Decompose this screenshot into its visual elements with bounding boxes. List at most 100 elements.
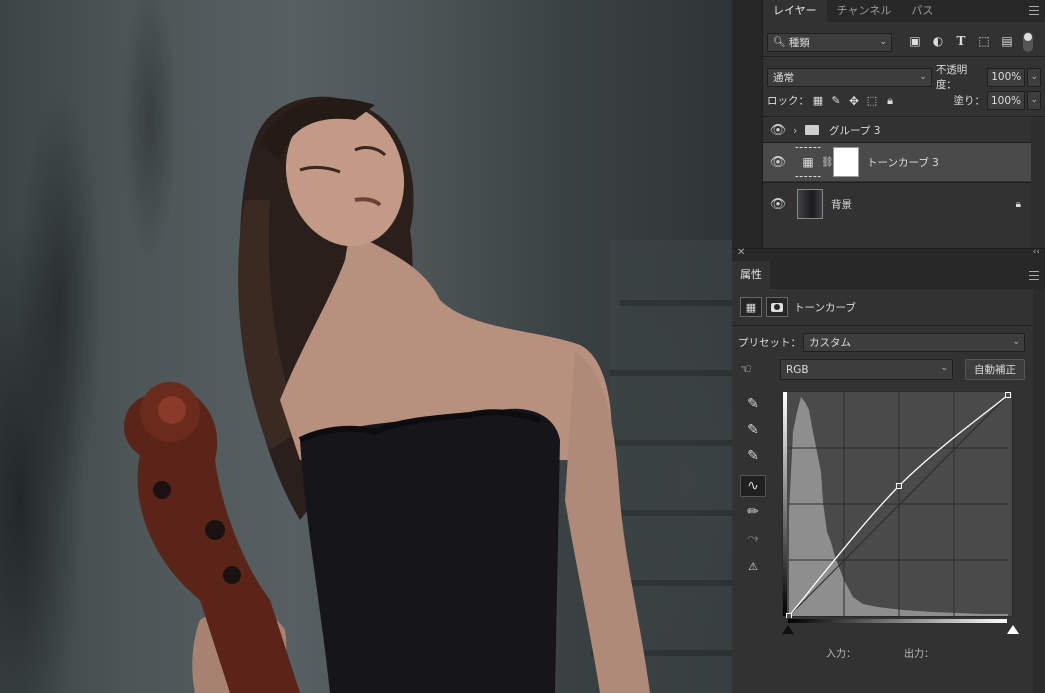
- chain-link-icon[interactable]: ⛓︎: [821, 157, 834, 168]
- input-gradient-bar: [788, 619, 1007, 623]
- visibility-eye-icon[interactable]: 👁︎: [763, 197, 793, 212]
- folder-icon: [805, 125, 819, 135]
- lock-row: ロック： ▦ ✎ ✥ ⬚ 🔒︎ 塗り： 100% ⌄: [767, 91, 1041, 110]
- close-icon[interactable]: ✕: [737, 247, 745, 258]
- channel-row: ☜ RGB ⌄ 自動補正: [740, 359, 1025, 380]
- lock-position-icon[interactable]: ✥: [845, 92, 863, 110]
- lock-icon: 🔒︎: [1015, 198, 1021, 210]
- layer-mask-thumbnail[interactable]: [833, 147, 859, 177]
- mask-icon[interactable]: [766, 297, 788, 317]
- type-layer-filter-icon[interactable]: T: [952, 32, 970, 50]
- fill-label: 塗り：: [953, 95, 986, 107]
- tab-properties[interactable]: 属性: [732, 261, 770, 289]
- chevron-down-icon: ⌄: [940, 363, 948, 373]
- chevron-down-icon: ⌄: [1012, 337, 1020, 347]
- lock-artboard-icon[interactable]: ⬚: [863, 92, 881, 110]
- preset-row: プリセット： カスタム ⌄: [738, 333, 1025, 352]
- adjustment-title: トーンカーブ: [794, 301, 856, 314]
- fill-input[interactable]: 100%: [987, 91, 1025, 110]
- curve-control-point[interactable]: [895, 483, 902, 489]
- preset-value: カスタム: [809, 337, 851, 349]
- lock-image-pixels-icon[interactable]: ✎: [827, 92, 845, 110]
- blend-mode-value: 通常: [773, 71, 794, 84]
- opacity-value: 100%: [991, 71, 1022, 83]
- background-thumbnail: [797, 189, 823, 219]
- curves-adjustment-icon[interactable]: ▦: [740, 297, 762, 317]
- tab-channels[interactable]: チャンネル: [827, 0, 902, 22]
- lock-label: ロック：: [767, 95, 809, 107]
- properties-scrollbar[interactable]: [1033, 289, 1045, 693]
- photo-image: [123, 96, 732, 693]
- opacity-label: 不透明度：: [935, 64, 968, 91]
- layer-name: グループ 3: [829, 124, 881, 137]
- layer-filter-row: 🔍︎ 種類 ⌄ ▣ ◐ T ⬚ ▤: [767, 32, 1041, 52]
- chevron-down-icon: ⌄: [919, 71, 927, 82]
- smooth-curve-icon[interactable]: ⤳: [740, 527, 766, 549]
- divider: [763, 116, 1045, 117]
- search-icon: 🔍︎: [773, 36, 786, 48]
- divider: [763, 182, 1031, 183]
- visibility-eye-icon[interactable]: 👁︎: [763, 123, 793, 138]
- auto-button[interactable]: 自動補正: [965, 359, 1025, 380]
- fill-dropdown-button[interactable]: ⌄: [1027, 91, 1041, 110]
- chevron-down-icon: ⌄: [1030, 71, 1038, 82]
- layer-name: 背景: [831, 198, 852, 211]
- collapse-icon[interactable]: ‹‹: [1033, 247, 1040, 257]
- white-input-slider[interactable]: [1007, 625, 1019, 634]
- curves-adjustment-thumbnail-icon: ▦: [795, 147, 821, 177]
- set-white-point-eyedropper-icon[interactable]: ✎: [740, 445, 766, 467]
- channel-value: RGB: [786, 363, 809, 376]
- shape-layer-filter-icon[interactable]: ⬚: [975, 32, 993, 50]
- chevron-down-icon: ⌄: [879, 36, 887, 47]
- layer-row-group[interactable]: 👁︎ › グループ 3: [763, 118, 1031, 142]
- panel-menu-icon[interactable]: [1029, 6, 1039, 15]
- filter-kind-value: 種類: [788, 36, 810, 49]
- set-gray-point-eyedropper-icon[interactable]: ✎: [740, 419, 766, 441]
- divider: [732, 325, 1045, 326]
- tab-paths[interactable]: パス: [901, 0, 943, 22]
- adjustment-layer-filter-icon[interactable]: ◐: [929, 32, 947, 50]
- layers-scrollbar[interactable]: [1031, 118, 1045, 248]
- curves-graph[interactable]: [782, 391, 1014, 619]
- layers-panel: レイヤー チャンネル パス 🔍︎ 種類 ⌄ ▣ ◐ T ⬚ ▤ 通常 ⌄ 不透明…: [762, 0, 1045, 248]
- blend-row: 通常 ⌄ 不透明度： 100% ⌄: [767, 62, 1041, 92]
- tab-layers[interactable]: レイヤー: [763, 0, 827, 22]
- filter-toggle-icon[interactable]: [1023, 32, 1033, 52]
- edit-points-curve-icon[interactable]: ∿: [740, 475, 766, 497]
- document-canvas[interactable]: [0, 0, 732, 693]
- input-label: 入力：: [826, 649, 856, 660]
- lock-transparent-pixels-icon[interactable]: ▦: [809, 92, 827, 110]
- opacity-input[interactable]: 100%: [987, 67, 1026, 87]
- properties-tabs: 属性: [732, 261, 1045, 289]
- panel-menu-icon[interactable]: [1029, 271, 1039, 280]
- preset-select[interactable]: カスタム ⌄: [803, 333, 1025, 352]
- io-readout: 入力： 出力：: [826, 645, 1045, 660]
- curve-control-point[interactable]: [786, 613, 792, 619]
- output-gradient-bar: [783, 392, 787, 616]
- chevron-right-icon[interactable]: ›: [793, 124, 805, 137]
- visibility-eye-icon[interactable]: 👁︎: [763, 155, 793, 170]
- channel-select[interactable]: RGB ⌄: [780, 359, 953, 380]
- set-black-point-eyedropper-icon[interactable]: ✎: [740, 393, 766, 415]
- layer-name: トーンカーブ 3: [867, 156, 939, 169]
- blend-mode-select[interactable]: 通常 ⌄: [767, 67, 932, 87]
- layer-row-background[interactable]: 👁︎ 背景 🔒︎: [763, 185, 1031, 223]
- lock-all-icon[interactable]: 🔒︎: [881, 92, 899, 110]
- panel-dock-gap: [732, 0, 762, 248]
- opacity-dropdown-button[interactable]: ⌄: [1027, 67, 1041, 87]
- divider: [763, 56, 1045, 57]
- curve-control-point[interactable]: [1005, 392, 1011, 398]
- curves-plot[interactable]: [783, 392, 1014, 619]
- clipping-warning-icon[interactable]: ⚠︎: [740, 555, 766, 577]
- chevron-down-icon: ⌄: [1030, 95, 1038, 105]
- black-input-slider[interactable]: [782, 625, 794, 634]
- smart-object-filter-icon[interactable]: ▤: [998, 32, 1016, 50]
- layers-panel-tabs: レイヤー チャンネル パス: [763, 0, 1045, 22]
- pixel-layer-filter-icon[interactable]: ▣: [906, 32, 924, 50]
- output-label: 出力：: [904, 649, 934, 660]
- layer-filter-kind-select[interactable]: 🔍︎ 種類 ⌄: [767, 32, 892, 52]
- adjustment-header: ▦ トーンカーブ: [740, 297, 1045, 317]
- on-image-adjust-hand-icon[interactable]: ☜: [740, 362, 766, 377]
- layer-row-curves-adjustment[interactable]: 👁︎ ▦ ⛓︎ トーンカーブ 3: [763, 143, 1031, 181]
- pencil-draw-icon[interactable]: ✏︎: [740, 501, 766, 523]
